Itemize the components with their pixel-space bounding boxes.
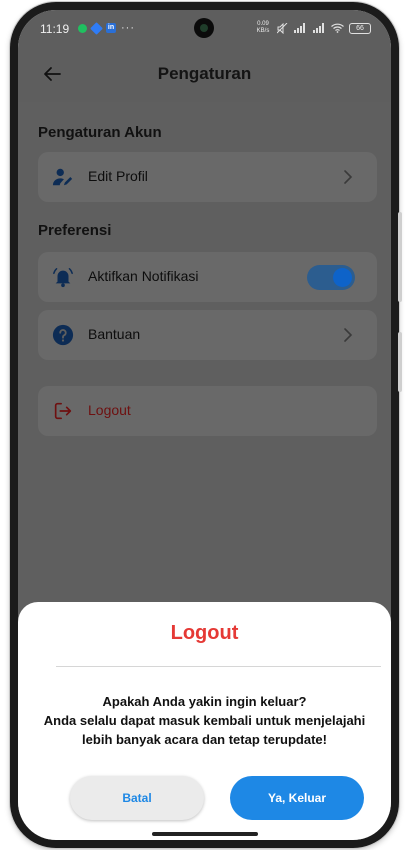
edit-profile-label: Edit Profil [88, 168, 148, 184]
dialog-title: Logout [170, 622, 239, 644]
section-title-preferences: Preferensi [38, 222, 112, 239]
status-bar: 11:19 in ··· 0.09 KB/s 66 [18, 10, 391, 46]
status-right-icons: 0.09 KB/s 66 [254, 21, 371, 35]
notifications-item: Aktifkan Notifikasi [38, 252, 377, 302]
whatsapp-icon [78, 23, 87, 33]
notifications-label: Aktifkan Notifikasi [88, 268, 199, 284]
app-diamond-icon [90, 21, 103, 35]
dialog-message-line: Anda selalu dapat masuk kembali untuk me… [43, 713, 366, 728]
front-camera [194, 18, 214, 38]
help-circle-icon [52, 324, 74, 346]
app-bar: Pengaturan [18, 46, 391, 102]
dialog-message-line: Apakah Anda yakin ingin keluar? [102, 694, 307, 709]
notification-icons: in ··· [78, 21, 135, 35]
notifications-toggle[interactable] [307, 265, 355, 290]
phone-frame: 11:19 in ··· 0.09 KB/s 66 Pengaturan Pen… [10, 2, 402, 848]
logout-item[interactable]: Logout [38, 386, 377, 436]
help-item[interactable]: Bantuan [38, 310, 377, 360]
help-label: Bantuan [88, 326, 141, 342]
dialog-message-line: lebih banyak acara dan tetap terupdate! [82, 732, 327, 747]
power-button [398, 332, 402, 392]
confirm-logout-button[interactable]: Ya, Keluar [230, 776, 364, 820]
signal-1-icon [294, 23, 305, 33]
linkedin-icon: in [106, 23, 116, 33]
page-title: Pengaturan [157, 64, 252, 83]
home-indicator[interactable] [152, 832, 258, 836]
volume-button [398, 212, 402, 302]
chevron-right-icon [344, 328, 353, 342]
more-notifications-icon: ··· [121, 22, 135, 34]
mute-icon [277, 22, 288, 34]
bell-ring-icon [53, 268, 73, 288]
logout-icon [54, 402, 72, 420]
network-speed: 0.09 KB/s [256, 21, 270, 34]
edit-profile-item[interactable]: Edit Profil [38, 152, 377, 202]
cancel-button[interactable]: Batal [70, 776, 204, 820]
section-title-account: Pengaturan Akun [38, 124, 162, 141]
battery-icon: 66 [349, 22, 371, 34]
screen: 11:19 in ··· 0.09 KB/s 66 Pengaturan Pen… [18, 10, 391, 840]
status-time: 11:19 [40, 22, 70, 36]
dialog-divider [56, 666, 381, 667]
dialog-message: Apakah Anda yakin ingin keluar? Anda sel… [24, 692, 385, 749]
chevron-right-icon [344, 170, 353, 184]
toggle-knob [333, 268, 352, 287]
wifi-icon [331, 23, 344, 33]
user-edit-icon [52, 168, 73, 186]
signal-2-icon [313, 23, 324, 33]
logout-label: Logout [88, 402, 131, 418]
